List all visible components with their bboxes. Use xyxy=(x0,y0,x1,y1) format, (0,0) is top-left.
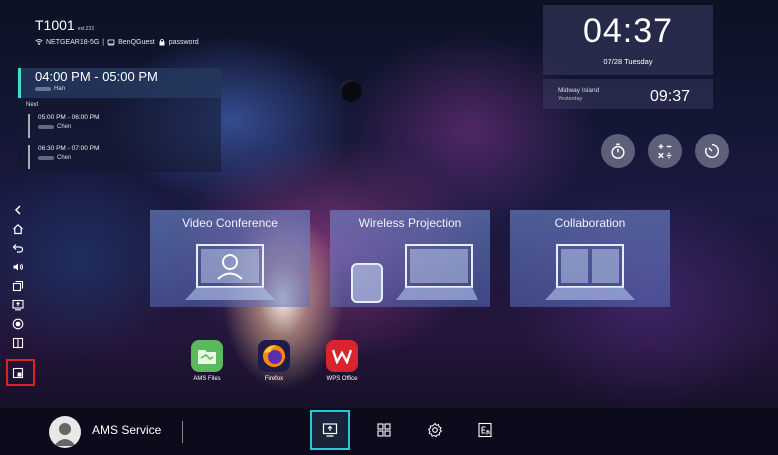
meeting-host: Chen xyxy=(38,155,178,161)
split-screen-icon xyxy=(12,337,24,349)
upcoming-meeting[interactable]: 05:00 PM - 06:00 PM Chen xyxy=(28,114,178,138)
firefox-icon xyxy=(258,340,290,372)
timer-icon xyxy=(705,143,720,158)
meeting-time: 05:00 PM - 06:00 PM xyxy=(38,114,100,121)
sidebar-back-button[interactable] xyxy=(9,241,27,255)
apps-grid-icon xyxy=(377,423,391,437)
calculator-icon xyxy=(658,144,672,159)
planet-decoration xyxy=(340,80,362,102)
avatar[interactable] xyxy=(49,416,81,448)
record-icon xyxy=(12,318,24,330)
selection-highlight xyxy=(6,359,35,386)
nav-apps[interactable] xyxy=(364,410,404,450)
nav-screen-share[interactable] xyxy=(310,410,350,450)
current-meeting-time: 04:00 PM - 05:00 PM xyxy=(35,69,158,84)
user-name[interactable]: AMS Service xyxy=(92,423,161,437)
next-label: Next xyxy=(26,102,39,108)
world-clock-city: Midway Island xyxy=(558,87,600,94)
gear-icon xyxy=(427,422,443,438)
wireless-projection-illustration xyxy=(351,244,478,303)
sidebar-volume-button[interactable] xyxy=(9,260,27,274)
app-ams-files[interactable]: AMS Files xyxy=(177,340,237,382)
host-surname-blurred xyxy=(38,125,54,129)
world-clock-day: Yesterday xyxy=(558,96,583,102)
lock-icon xyxy=(159,38,165,46)
ams-files-icon xyxy=(191,340,223,372)
sidebar-multitask-button[interactable] xyxy=(9,279,27,293)
calculator-button[interactable] xyxy=(648,134,682,168)
whiteboard-icon xyxy=(478,422,492,438)
guest-ssid: BenQGuest xyxy=(118,38,155,46)
meeting-host: Chen xyxy=(38,124,178,130)
stopwatch-icon xyxy=(611,143,625,159)
clock-time: 04:37 xyxy=(582,12,674,50)
guest-network-icon xyxy=(107,39,115,46)
nav-whiteboard[interactable] xyxy=(465,410,505,450)
current-meeting-host: Han xyxy=(35,86,65,92)
wireless-projection-title: Wireless Projection xyxy=(358,216,462,230)
app-label: AMS Files xyxy=(193,376,221,382)
separator: | xyxy=(102,38,105,46)
wifi-icon xyxy=(35,39,43,46)
clock-date: 07/28 Tuesday xyxy=(603,57,653,66)
sidebar-split-screen-button[interactable] xyxy=(9,336,27,350)
app-label: WPS Office xyxy=(326,376,358,382)
upcoming-meeting[interactable]: 06:30 PM - 07:00 PM Chen xyxy=(28,145,178,169)
app-wps-office[interactable]: WPS Office xyxy=(312,340,372,382)
volume-icon xyxy=(13,263,23,271)
guest-password: password xyxy=(168,38,199,46)
room-info: T1001 ext.232 xyxy=(35,17,94,35)
nav-settings[interactable] xyxy=(415,410,455,450)
app-label: Firefox xyxy=(264,376,284,382)
screen-share-icon xyxy=(12,299,24,311)
timer-button[interactable] xyxy=(695,134,729,168)
sidebar-record-button[interactable] xyxy=(9,317,27,331)
home-icon xyxy=(13,223,23,235)
host-surname-blurred xyxy=(35,87,51,91)
chevron-left-icon xyxy=(14,205,21,215)
host-surname-blurred xyxy=(38,156,54,160)
screen-share-icon xyxy=(322,423,338,437)
collaboration-illustration xyxy=(545,244,635,300)
network-info: NETGEAR18-5G | BenQGuest password xyxy=(35,38,199,46)
room-ext: ext.232 xyxy=(77,26,95,32)
collaboration-title: Collaboration xyxy=(554,216,626,230)
world-clock-time: 09:37 xyxy=(650,88,691,105)
sidebar-collapse-button[interactable] xyxy=(9,203,27,217)
sidebar-home-button[interactable] xyxy=(9,222,27,236)
room-name: T1001 xyxy=(35,17,75,33)
user-icon xyxy=(54,423,76,446)
app-firefox[interactable]: Firefox xyxy=(244,340,304,382)
video-conference-illustration xyxy=(185,244,275,300)
wps-office-icon xyxy=(326,340,358,372)
divider xyxy=(182,421,183,443)
back-icon xyxy=(12,244,24,253)
video-conference-title: Video Conference xyxy=(182,216,278,230)
wifi-ssid: NETGEAR18-5G xyxy=(46,38,100,46)
stopwatch-button[interactable] xyxy=(601,134,635,168)
meeting-time: 06:30 PM - 07:00 PM xyxy=(38,145,100,152)
sidebar-screen-share-button[interactable] xyxy=(9,298,27,312)
multitask-icon xyxy=(12,280,24,292)
